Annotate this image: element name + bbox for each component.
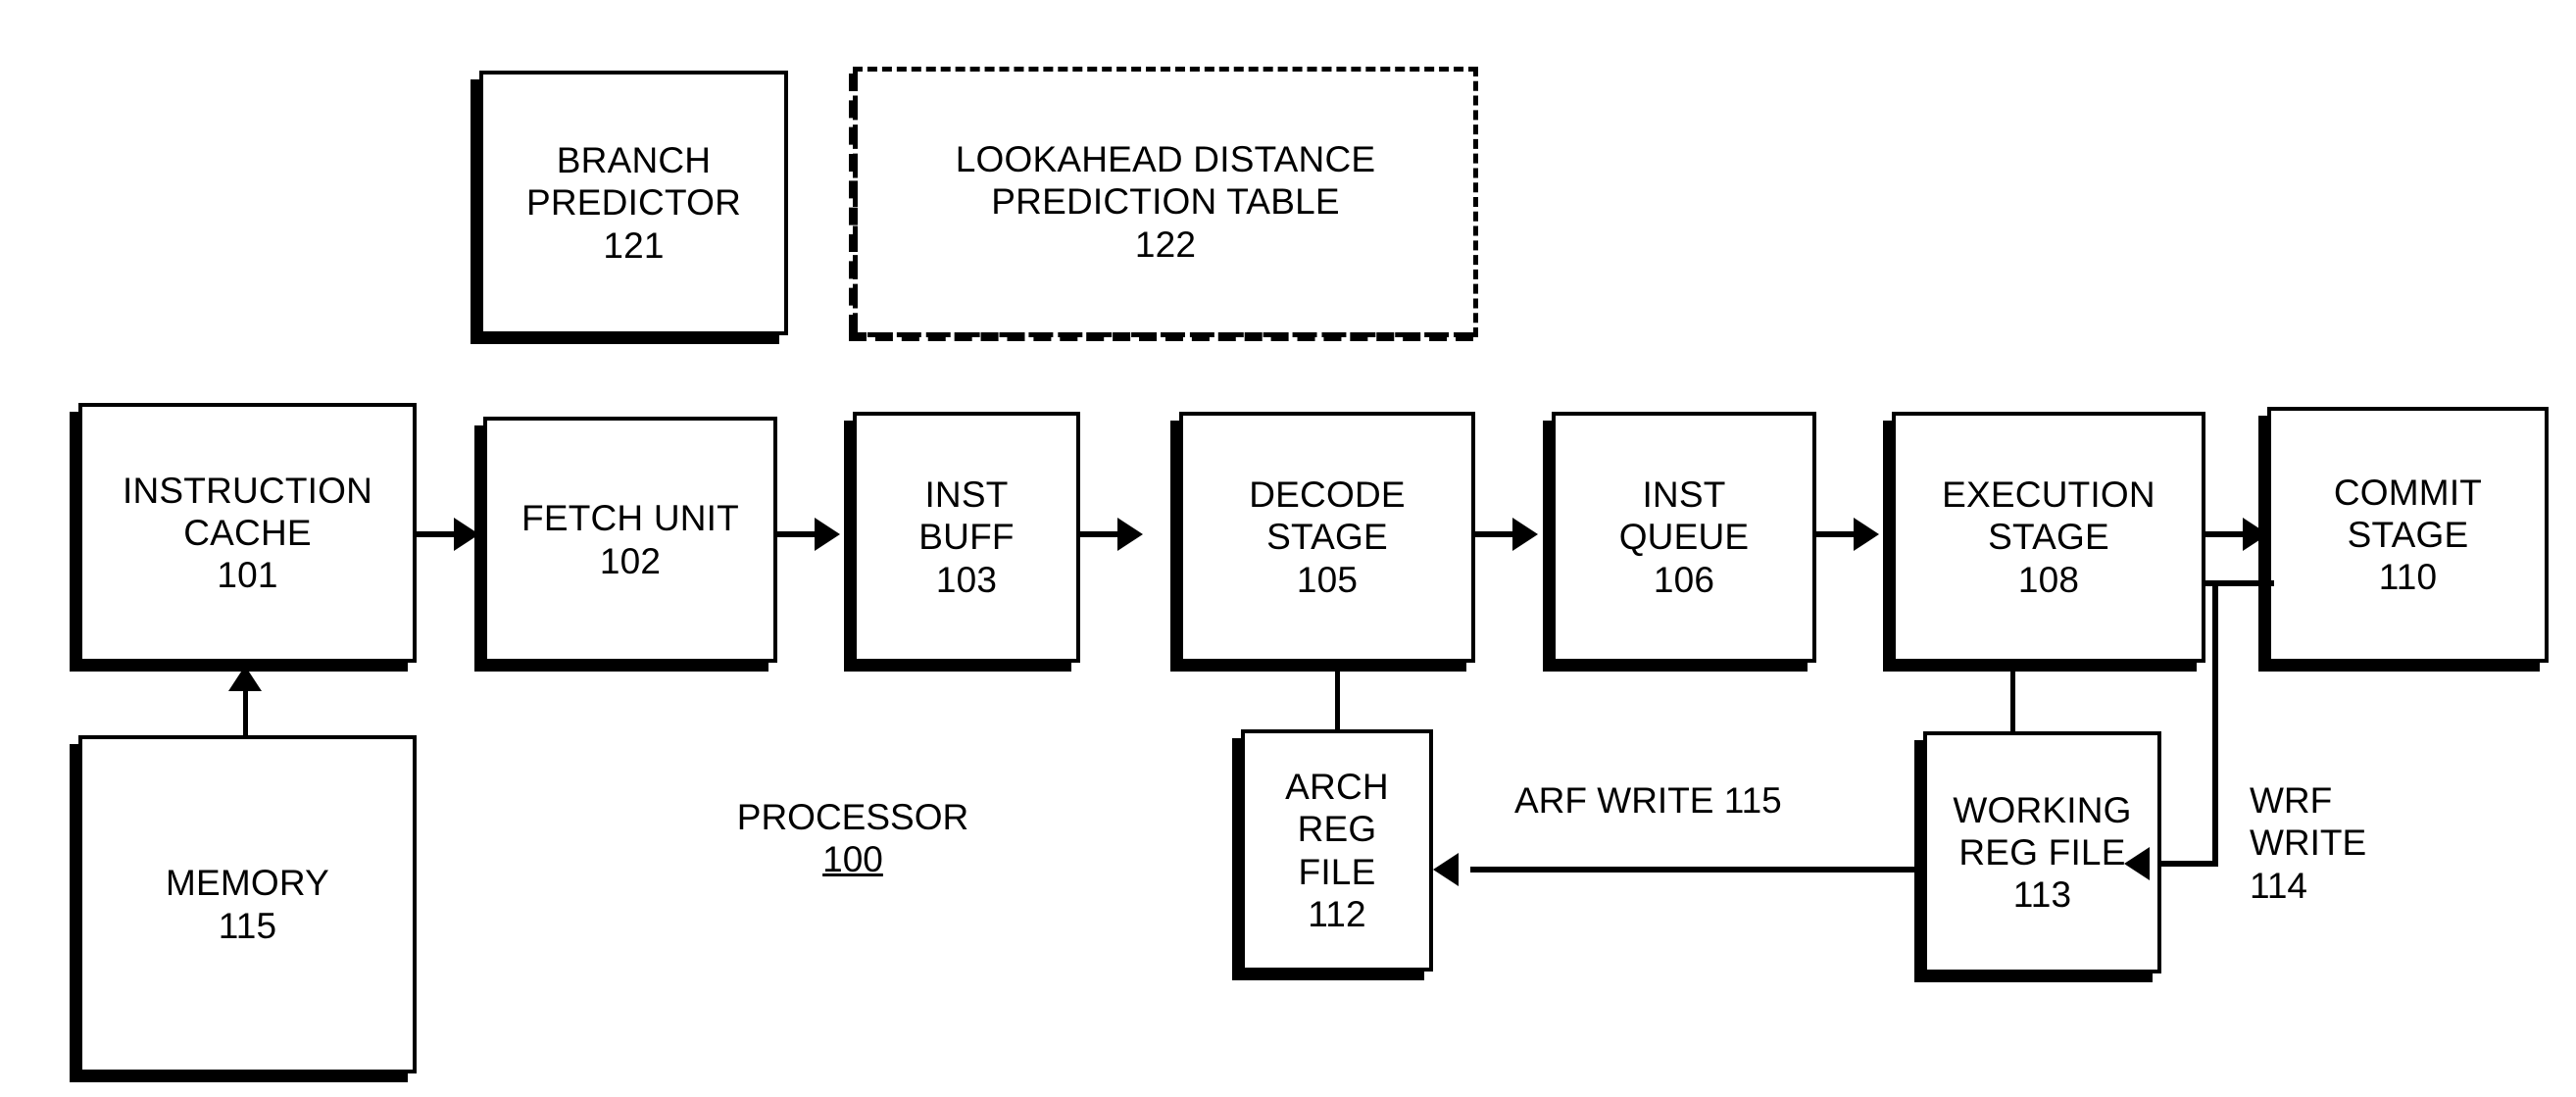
block-branch-predictor: BRANCH PREDICTOR 121 — [471, 71, 788, 344]
inst-buff-ref: 103 — [935, 559, 998, 600]
label-wrf-write: WRF WRITE 114 — [2250, 779, 2366, 907]
arch-reg-file-ref: 112 — [1308, 893, 1366, 934]
block-fetch-unit: FETCH UNIT 102 — [474, 417, 777, 672]
connector-instqueue-to-execution-arrow-icon — [1854, 518, 1879, 551]
commit-stage-line2: STAGE — [2347, 514, 2469, 555]
working-reg-file-ref: 113 — [2012, 874, 2072, 916]
lookahead-table-ref: 122 — [1134, 224, 1197, 265]
block-execution-stage: EXECUTION STAGE 108 — [1883, 412, 2205, 672]
wrf-write-line1: WRF — [2250, 780, 2333, 821]
page-title: PROCESSOR 100 — [720, 796, 985, 881]
inst-buff-line1: INST — [924, 474, 1009, 516]
block-decode-stage: DECODE STAGE 105 — [1170, 412, 1475, 672]
execution-stage-line1: EXECUTION — [1942, 474, 2155, 516]
inst-buff-line2: BUFF — [918, 517, 1015, 558]
instruction-cache-ref: 101 — [217, 555, 278, 596]
connector-decode-to-arf-line — [1335, 663, 1340, 729]
instruction-cache-line2: CACHE — [183, 512, 312, 553]
memory-line1: MEMORY — [165, 863, 330, 904]
inst-queue-ref: 106 — [1653, 559, 1715, 600]
wrf-write-line2: WRITE — [2250, 823, 2367, 864]
memory-ref: 115 — [218, 905, 277, 946]
connector-execution-to-wrf-line — [2010, 663, 2015, 731]
lookahead-table-line2: PREDICTION TABLE — [991, 181, 1340, 223]
connector-wrf-write-segment-bottom — [2161, 861, 2218, 867]
block-arch-reg-file: ARCH REG FILE 112 — [1232, 729, 1433, 980]
connector-arf-write-arrow-icon — [1433, 853, 1459, 886]
block-lookahead-distance-prediction-table: LOOKAHEAD DISTANCE PREDICTION TABLE 122 — [849, 67, 1478, 341]
fetch-unit-line1: FETCH UNIT — [521, 498, 739, 539]
connector-instbuff-to-decode-arrow-icon — [1117, 518, 1143, 551]
branch-predictor-ref: 121 — [603, 224, 665, 266]
arch-reg-file-line2: REG — [1297, 809, 1377, 850]
processor-label: PROCESSOR — [736, 797, 969, 837]
connector-memory-to-icache-line — [243, 686, 248, 735]
branch-predictor-line1: BRANCH — [556, 140, 712, 181]
connector-wrf-write-segment-vertical — [2212, 580, 2218, 867]
connector-wrf-write-arrow-icon — [2124, 847, 2150, 880]
execution-stage-line2: STAGE — [1988, 517, 2109, 558]
inst-queue-line2: QUEUE — [1618, 517, 1750, 558]
commit-stage-ref: 110 — [2378, 557, 2438, 598]
connector-memory-to-icache-arrow-icon — [228, 666, 262, 691]
block-commit-stage: COMMIT STAGE 110 — [2258, 407, 2549, 672]
inst-queue-line1: INST — [1642, 474, 1726, 516]
block-instruction-cache: INSTRUCTION CACHE 101 — [70, 403, 417, 672]
execution-stage-ref: 108 — [2017, 559, 2080, 600]
block-memory: MEMORY 115 — [70, 735, 417, 1082]
block-inst-buff: INST BUFF 103 — [844, 412, 1080, 672]
label-arf-write: ARF WRITE 115 — [1514, 780, 1782, 821]
working-reg-file-line2: REG FILE — [1958, 831, 2126, 873]
decode-stage-line1: DECODE — [1249, 474, 1406, 516]
arch-reg-file-line3: FILE — [1298, 851, 1376, 892]
arch-reg-file-line1: ARCH — [1285, 766, 1389, 807]
patent-figure-processor-block-diagram: BRANCH PREDICTOR 121 LOOKAHEAD DISTANCE … — [0, 0, 2576, 1097]
connector-arf-write-line — [1470, 867, 1927, 873]
commit-stage-line1: COMMIT — [2333, 472, 2483, 513]
working-reg-file-line1: WORKING — [1953, 789, 2132, 830]
connector-decode-to-instqueue-arrow-icon — [1512, 518, 1538, 551]
decode-stage-line2: STAGE — [1266, 517, 1388, 558]
processor-ref: 100 — [822, 839, 883, 880]
branch-predictor-line2: PREDICTOR — [525, 182, 742, 224]
decode-stage-ref: 105 — [1296, 559, 1359, 600]
block-inst-queue: INST QUEUE 106 — [1543, 412, 1816, 672]
fetch-unit-ref: 102 — [599, 540, 662, 581]
wrf-write-ref: 114 — [2250, 865, 2307, 906]
lookahead-table-line1: LOOKAHEAD DISTANCE — [955, 139, 1376, 180]
instruction-cache-line1: INSTRUCTION — [122, 470, 373, 511]
connector-fetch-to-instbuff-arrow-icon — [815, 518, 840, 551]
